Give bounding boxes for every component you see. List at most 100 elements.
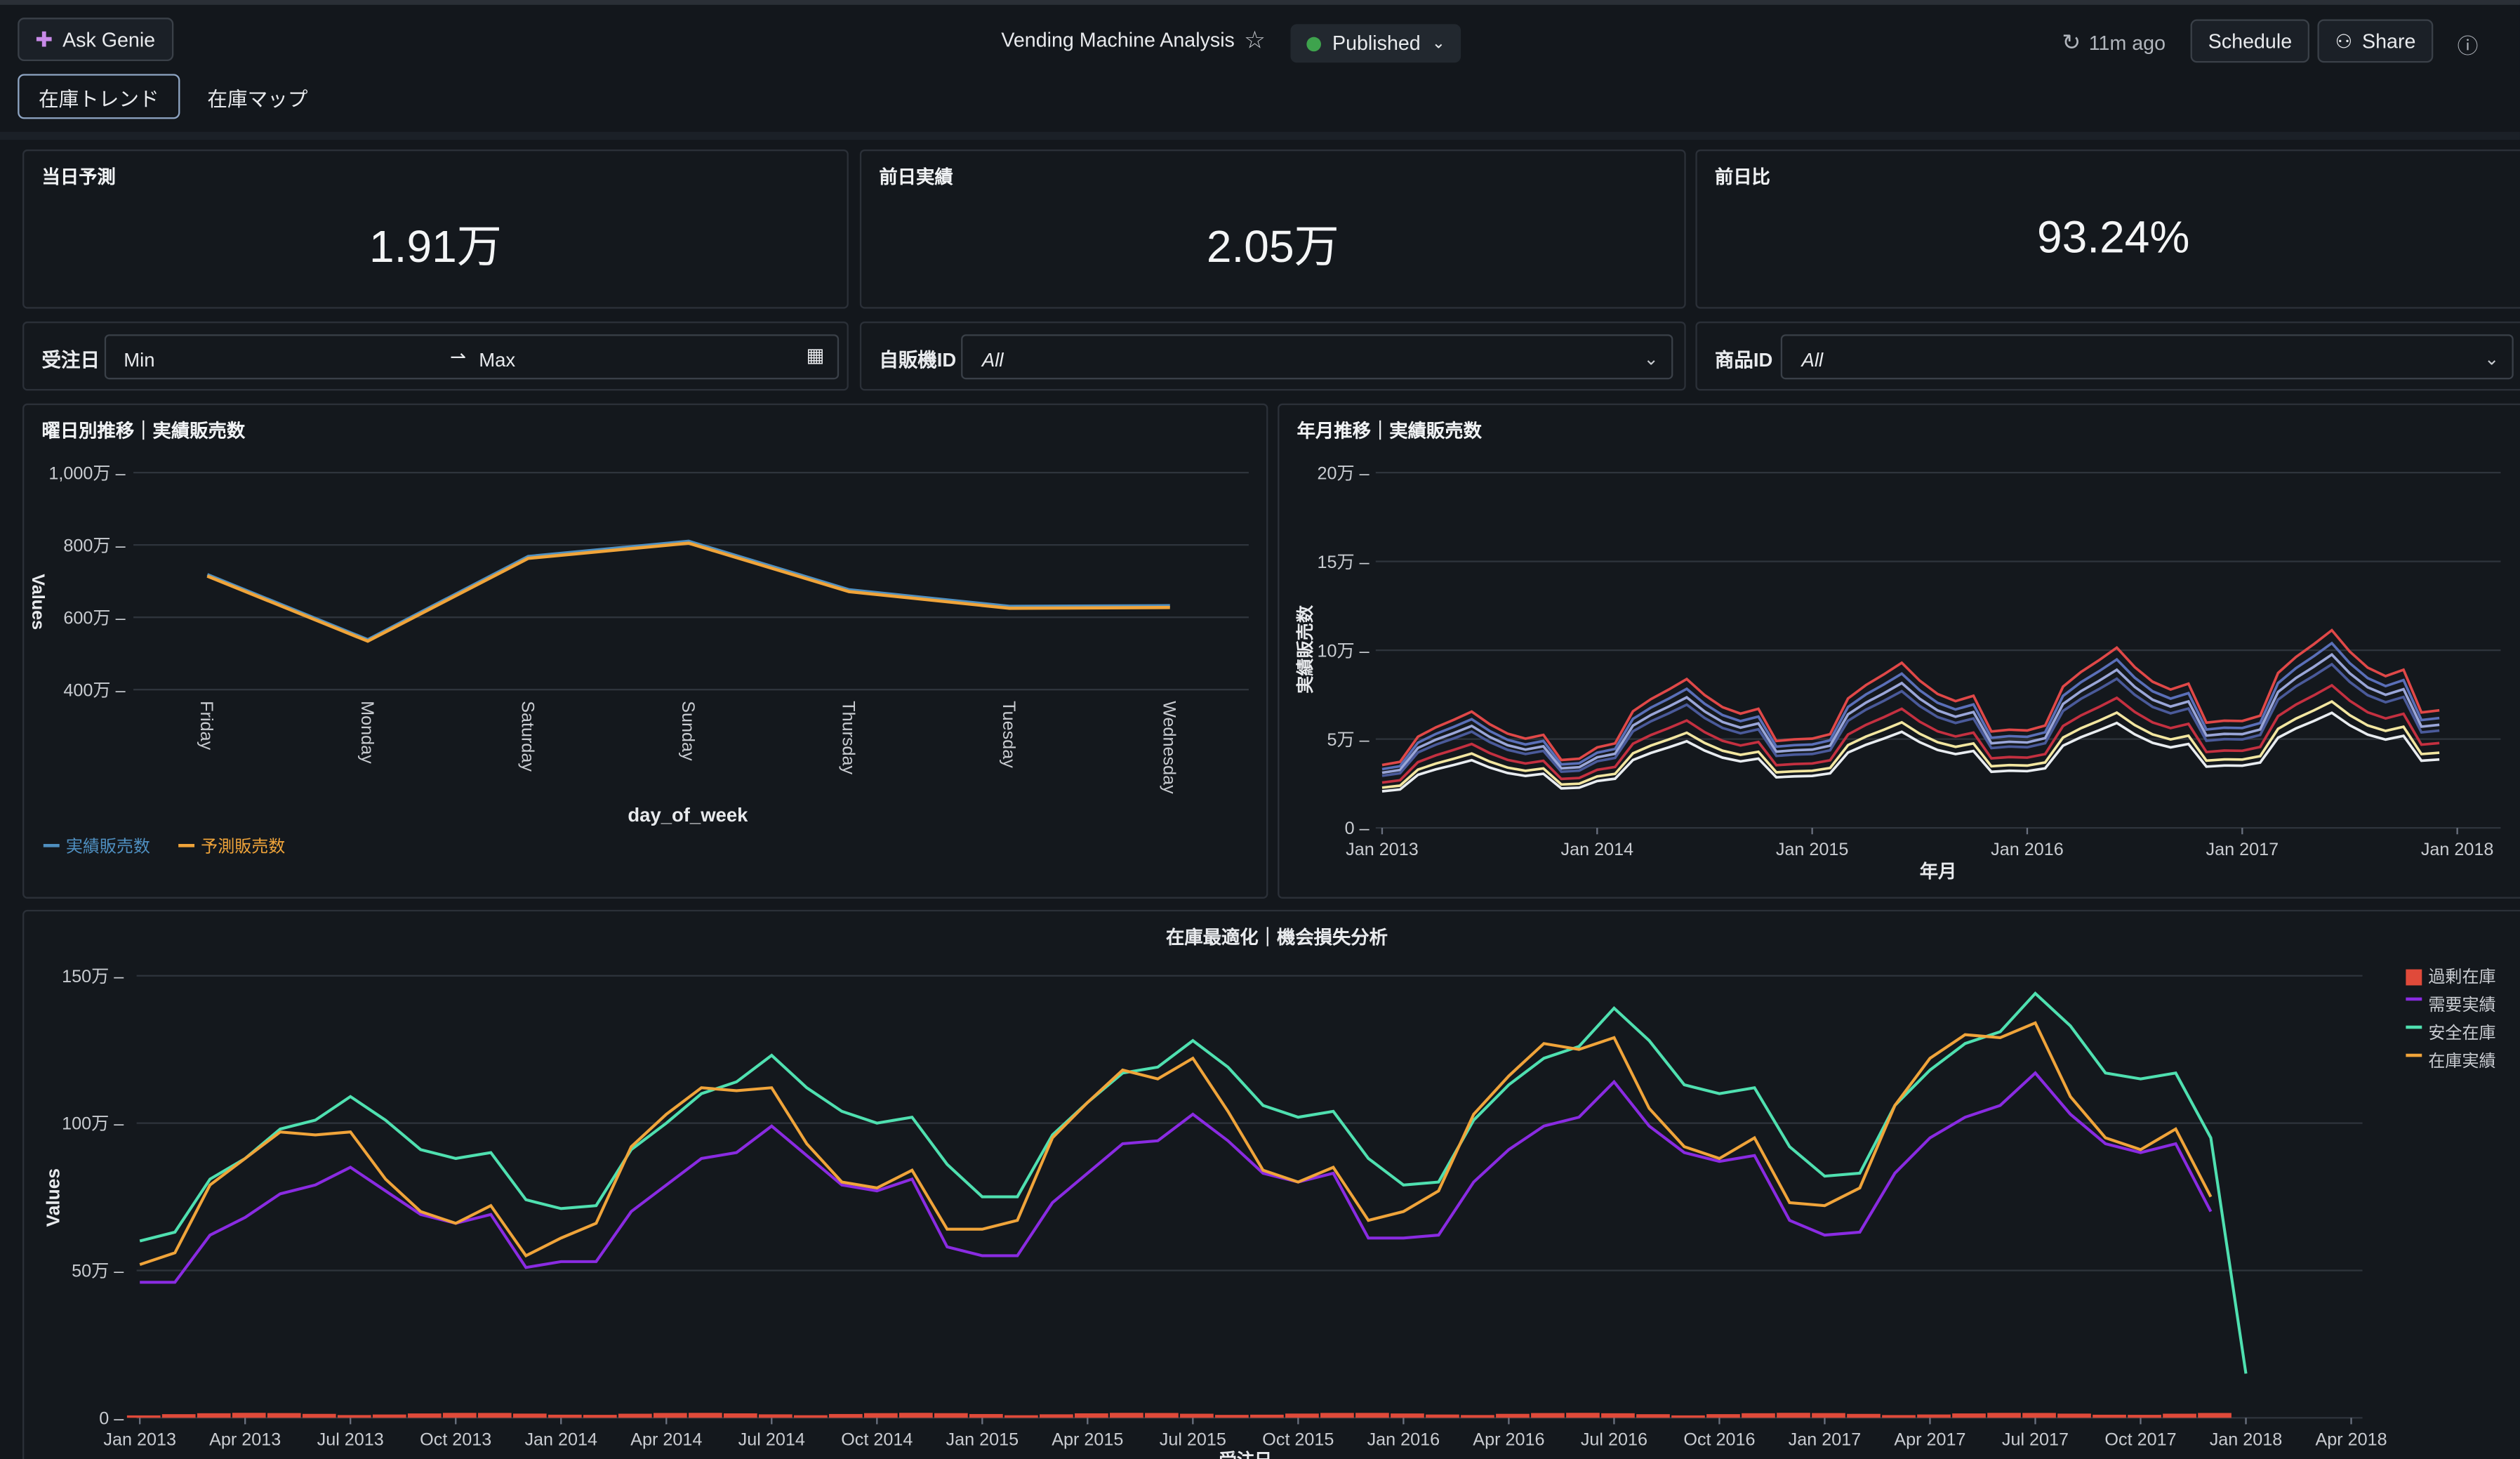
inventory-line-chart: 0 – 50万 – 100万 – 150万 – Jan 2013 Apr 2013 Jul …: [43, 967, 2496, 1459]
y-axis-label: Values: [43, 1168, 64, 1227]
excess-stock-bar: [898, 1413, 933, 1418]
excess-stock-bar: [969, 1413, 1003, 1418]
info-icon[interactable]: ⓘ: [2458, 29, 2479, 60]
filter-label: 受注日: [41, 348, 100, 371]
excess-stock-bar: [407, 1413, 442, 1418]
x-tick-label: Tuesday: [999, 701, 1019, 768]
x-tick-label: Apr 2014: [630, 1430, 702, 1449]
refresh-time: 11m ago: [2088, 31, 2166, 54]
x-tick-label: Jan 2016: [1991, 840, 2064, 859]
share-button[interactable]: ⚇ Share: [2317, 19, 2434, 63]
x-tick-label: Saturday: [517, 701, 537, 772]
excess-stock-bar: [337, 1415, 371, 1418]
x-tick-label: Jan 2014: [1561, 840, 1634, 859]
excess-stock-bar: [1812, 1413, 1845, 1418]
excess-stock-bar: [1180, 1413, 1214, 1418]
x-tick-label: Oct 2015: [1262, 1430, 1334, 1449]
refresh-icon: ↻: [2062, 29, 2081, 55]
chevron-down-icon: ⌄: [1431, 34, 1445, 53]
date-min: Min: [124, 348, 155, 371]
top-bar: ✚ Ask Genie Vending Machine Analysis ☆ P…: [0, 0, 2520, 74]
y-axis-label: 実績販売数: [1295, 605, 1315, 694]
excess-stock-bar: [1355, 1413, 1389, 1418]
x-tick-label: Jan 2013: [1346, 840, 1419, 859]
excess-stock-bar: [232, 1413, 266, 1418]
x-tick-label: Jan 2017: [2206, 840, 2279, 859]
monthly-line-chart: 0 – 5万 – 10万 – 15万 – 20万 – Jan 2013 Jan 2014 Ja…: [1295, 463, 2501, 882]
x-axis-label: 受注日: [1219, 1450, 1273, 1459]
excess-stock-bar: [1250, 1414, 1284, 1418]
legend-swatch: [2406, 969, 2422, 986]
date-range-picker[interactable]: Min ⇀ Max ▦: [104, 334, 840, 380]
ask-genie-button[interactable]: ✚ Ask Genie: [18, 18, 173, 62]
machine-select[interactable]: All ⌄: [961, 334, 1673, 380]
excess-stock-bar: [863, 1413, 898, 1418]
publish-status-label: Published: [1332, 32, 1421, 55]
x-tick-label: Jan 2017: [1789, 1430, 1862, 1449]
published-status-dot: [1306, 36, 1321, 51]
tab-inventory-trend[interactable]: 在庫トレンド: [18, 74, 180, 119]
product-select[interactable]: All ⌄: [1780, 334, 2514, 380]
series-line: [206, 541, 1170, 643]
y-tick-label: 50万 –: [72, 1262, 124, 1281]
select-value: All: [981, 348, 1004, 371]
kpi-title: 前日比: [1714, 169, 1770, 188]
kpi-title: 前日実績: [879, 169, 953, 188]
excess-stock-bar: [723, 1413, 757, 1418]
excess-stock-bar: [2198, 1413, 2231, 1418]
excess-stock-bar: [1742, 1413, 1775, 1418]
x-tick-label: Jan 2015: [1776, 840, 1849, 859]
y-tick-label: 20万 –: [1317, 463, 1369, 483]
excess-stock-bar: [1426, 1414, 1459, 1418]
kpi-card-ratio: 前日比 93.24%: [1695, 149, 2520, 309]
y-tick-label: 15万 –: [1317, 553, 1369, 572]
excess-stock-bar: [793, 1415, 828, 1418]
y-tick-label: 400万 –: [63, 680, 125, 700]
x-axis-label: day_of_week: [628, 804, 748, 826]
y-tick-label: 1,000万 –: [48, 463, 125, 483]
x-tick-label: Monday: [357, 701, 377, 764]
ask-genie-label: Ask Genie: [62, 28, 156, 51]
excess-stock-bar: [372, 1414, 406, 1418]
excess-stock-bar: [758, 1414, 793, 1418]
inventory-chart-card: 在庫最適化｜機会損失分析 0 –50万 –100万 –150万 – Jan 201…: [22, 909, 2520, 1459]
legend-label: 予測販売数: [201, 837, 285, 856]
x-tick-label: Oct 2014: [841, 1430, 913, 1449]
excess-stock-bar: [1952, 1413, 1986, 1418]
excess-stock-bar: [1075, 1413, 1108, 1418]
arrow-right-icon: ⇀: [450, 345, 467, 369]
excess-stock-bar: [1777, 1413, 1810, 1418]
x-tick-label: Jul 2014: [738, 1430, 805, 1449]
excess-stock-bar: [161, 1414, 196, 1418]
x-tick-label: Apr 2016: [1473, 1430, 1544, 1449]
filter-label: 自販機ID: [879, 348, 957, 371]
excess-stock-bar: [1917, 1414, 1951, 1418]
excess-stock-bar: [1110, 1413, 1143, 1418]
excess-stock-bar: [1882, 1415, 1916, 1418]
excess-stock-bar: [1601, 1413, 1635, 1418]
excess-stock-bar: [2093, 1414, 2126, 1418]
x-tick-label: Oct 2013: [420, 1430, 491, 1449]
excess-stock-bar: [126, 1415, 161, 1418]
excess-stock-bar: [548, 1414, 582, 1418]
x-tick-label: Sunday: [678, 701, 698, 761]
star-icon[interactable]: ☆: [1244, 26, 1266, 55]
excess-stock-bar: [934, 1413, 968, 1418]
x-tick-label: Jul 2013: [317, 1430, 384, 1449]
excess-stock-bar: [1215, 1415, 1249, 1418]
series-line: [140, 1071, 2213, 1284]
series-line: [206, 539, 1170, 642]
publish-status-dropdown[interactable]: Published ⌄: [1290, 24, 1461, 63]
filter-card-product: 商品ID All ⌄: [1695, 321, 2520, 391]
legend-label: 過剰在庫: [2428, 968, 2495, 986]
excess-stock-bar: [477, 1413, 512, 1418]
excess-stock-bar: [1531, 1413, 1565, 1418]
legend-label: 実績販売数: [66, 837, 150, 856]
x-tick-label: Jul 2015: [1160, 1430, 1226, 1449]
excess-stock-bar: [828, 1413, 863, 1418]
refresh-button[interactable]: ↻ 11m ago: [2062, 29, 2166, 56]
x-tick-label: Thursday: [838, 701, 858, 774]
excess-stock-bar: [197, 1413, 231, 1418]
schedule-button[interactable]: Schedule: [2190, 19, 2310, 63]
tab-inventory-map[interactable]: 在庫マップ: [188, 74, 327, 119]
